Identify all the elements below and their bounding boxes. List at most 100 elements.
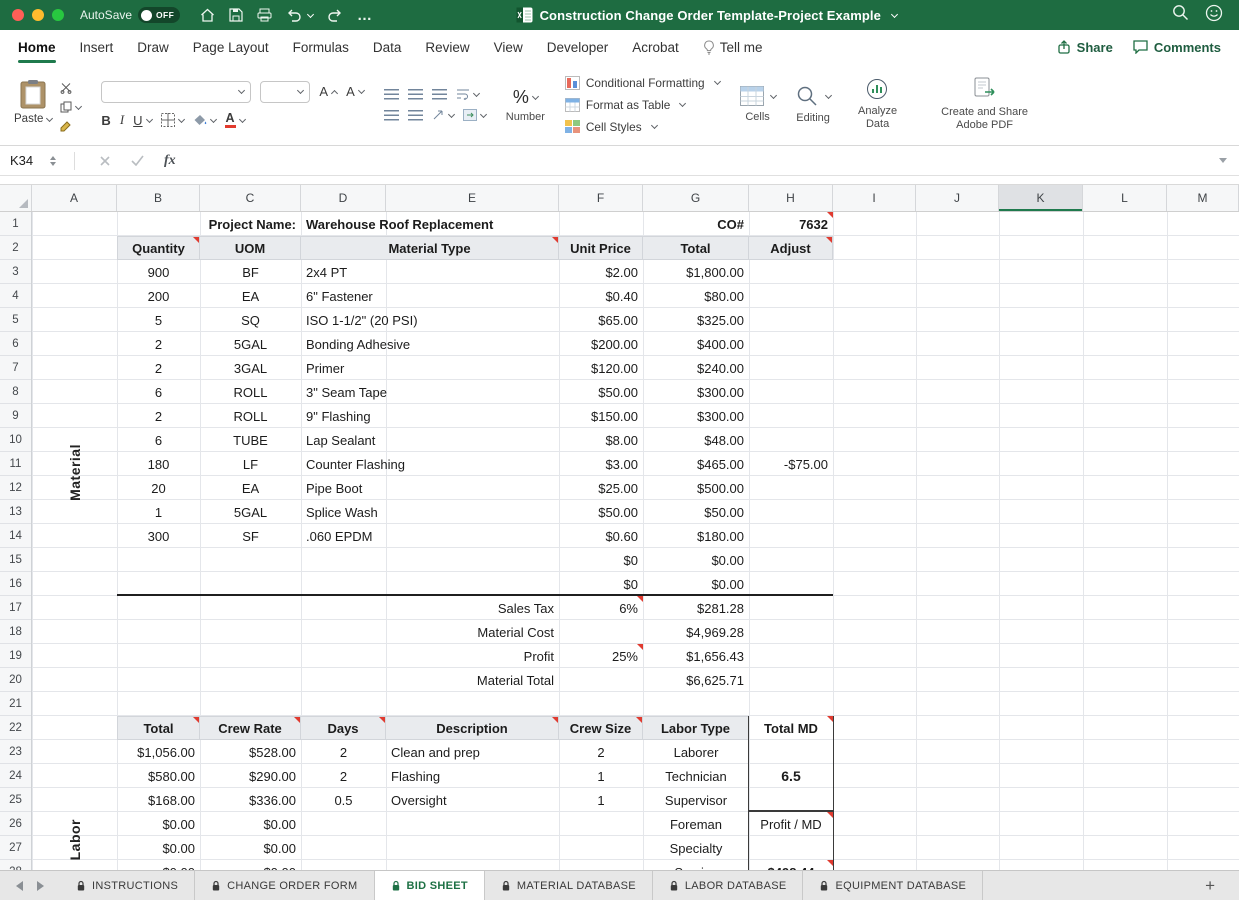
cell-profit-label[interactable]: Profit bbox=[117, 644, 559, 668]
cell[interactable]: Foreman bbox=[643, 812, 749, 836]
row-header[interactable]: 1 bbox=[0, 212, 31, 236]
sheet-nav-right-icon[interactable] bbox=[37, 881, 44, 891]
cell[interactable]: $300.00 bbox=[643, 404, 749, 428]
copy-button[interactable] bbox=[60, 101, 81, 113]
cell-sales-tax-label[interactable]: Sales Tax bbox=[117, 596, 559, 620]
row-header[interactable]: 4 bbox=[0, 284, 31, 308]
cell[interactable] bbox=[749, 332, 833, 356]
cell[interactable]: 180 bbox=[117, 452, 200, 476]
cell[interactable]: $0.40 bbox=[559, 284, 643, 308]
cell-total-md-value[interactable]: 6.5 bbox=[749, 764, 833, 788]
cell[interactable]: 2 bbox=[301, 740, 386, 764]
cell[interactable]: 1 bbox=[559, 788, 643, 812]
shrink-font-button[interactable]: A bbox=[346, 84, 364, 99]
row-header[interactable]: 24 bbox=[0, 764, 31, 788]
font-size-select[interactable] bbox=[260, 81, 310, 103]
cell[interactable]: $0.00 bbox=[200, 860, 301, 870]
row-header[interactable]: 10 bbox=[0, 428, 31, 452]
column-header[interactable]: C bbox=[200, 185, 301, 211]
formula-input[interactable] bbox=[186, 146, 1219, 175]
tab-acrobat[interactable]: Acrobat bbox=[632, 40, 679, 55]
column-header[interactable]: M bbox=[1167, 185, 1239, 211]
cell-sales-tax-pct[interactable]: 6% bbox=[559, 596, 643, 620]
cell[interactable]: $465.00 bbox=[643, 452, 749, 476]
row-header[interactable]: 12 bbox=[0, 476, 31, 500]
column-header[interactable]: L bbox=[1083, 185, 1167, 211]
sheet-tab-equipment-database[interactable]: EQUIPMENT DATABASE bbox=[803, 871, 983, 900]
cell[interactable]: 0.5 bbox=[301, 788, 386, 812]
cell[interactable]: $0 bbox=[559, 572, 643, 596]
row-header[interactable]: 3 bbox=[0, 260, 31, 284]
cell[interactable]: BF bbox=[200, 260, 301, 284]
underline-button[interactable]: U bbox=[133, 113, 151, 128]
header-labor-total[interactable]: Total bbox=[117, 716, 200, 740]
autosave-toggle[interactable]: AutoSave OFF bbox=[80, 7, 180, 23]
tab-developer[interactable]: Developer bbox=[547, 40, 609, 55]
cell[interactable]: $0 bbox=[559, 548, 643, 572]
cell-material-cost-label[interactable]: Material Cost bbox=[117, 620, 559, 644]
cell[interactable] bbox=[749, 260, 833, 284]
cell[interactable]: 2 bbox=[117, 356, 200, 380]
cell-profit-pct[interactable]: 25% bbox=[559, 644, 643, 668]
row-header[interactable]: 15 bbox=[0, 548, 31, 572]
cell[interactable]: 300 bbox=[117, 524, 200, 548]
row-header[interactable]: 8 bbox=[0, 380, 31, 404]
row-header[interactable]: 22 bbox=[0, 716, 31, 740]
cell[interactable]: 200 bbox=[117, 284, 200, 308]
cell[interactable]: $400.00 bbox=[643, 332, 749, 356]
fill-color-button[interactable] bbox=[193, 114, 216, 126]
column-header-selected[interactable]: K bbox=[999, 185, 1083, 211]
cell[interactable]: $0.60 bbox=[559, 524, 643, 548]
row-header[interactable]: 13 bbox=[0, 500, 31, 524]
formula-bar-expand-icon[interactable] bbox=[1219, 158, 1227, 163]
column-header[interactable]: B bbox=[117, 185, 200, 211]
cell[interactable]: 3GAL bbox=[200, 356, 301, 380]
cell[interactable]: 2x4 PT bbox=[301, 260, 559, 284]
autosave-switch[interactable]: OFF bbox=[138, 7, 180, 23]
header-days[interactable]: Days bbox=[301, 716, 386, 740]
search-button[interactable] bbox=[1172, 4, 1189, 26]
cell[interactable]: 9" Flashing bbox=[301, 404, 559, 428]
cell[interactable]: 2 bbox=[559, 740, 643, 764]
cell-styles-button[interactable]: Cell Styles bbox=[565, 118, 657, 136]
cell[interactable]: SF bbox=[200, 524, 301, 548]
cell-co-label[interactable]: CO# bbox=[643, 212, 749, 236]
cell[interactable]: $168.00 bbox=[117, 788, 200, 812]
home-button[interactable] bbox=[200, 8, 215, 22]
cell[interactable]: 5 bbox=[117, 308, 200, 332]
cell-adjust-value[interactable]: -$75.00 bbox=[749, 452, 833, 476]
sheet-grid[interactable]: 1 2 3 4 5 6 7 8 9 10 11 12 13 14 15 16 1… bbox=[0, 212, 1239, 870]
name-box[interactable]: K34 bbox=[0, 153, 60, 168]
row-header[interactable]: 16 bbox=[0, 572, 31, 596]
cell[interactable]: $528.00 bbox=[200, 740, 301, 764]
cell[interactable]: $150.00 bbox=[559, 404, 643, 428]
editing-button[interactable] bbox=[796, 85, 831, 107]
percent-style-button[interactable]: % bbox=[513, 87, 538, 108]
confirm-entry-button[interactable] bbox=[131, 155, 144, 166]
name-box-stepper[interactable] bbox=[50, 156, 56, 166]
sheet-tab-instructions[interactable]: INSTRUCTIONS bbox=[60, 871, 195, 900]
cell-sales-tax-value[interactable]: $281.28 bbox=[643, 596, 749, 620]
cell[interactable]: $0.00 bbox=[643, 572, 749, 596]
conditional-formatting-button[interactable]: Conditional Formatting bbox=[565, 74, 720, 92]
column-header[interactable]: H bbox=[749, 185, 833, 211]
tab-formulas[interactable]: Formulas bbox=[293, 40, 349, 55]
cell[interactable]: 5GAL bbox=[200, 332, 301, 356]
cells-button[interactable] bbox=[740, 86, 776, 106]
row-header[interactable]: 14 bbox=[0, 524, 31, 548]
cell[interactable]: LF bbox=[200, 452, 301, 476]
column-header[interactable]: G bbox=[643, 185, 749, 211]
grow-font-button[interactable]: A bbox=[319, 84, 337, 99]
cell[interactable]: Primer bbox=[301, 356, 559, 380]
cell[interactable]: $240.00 bbox=[643, 356, 749, 380]
cell[interactable]: $325.00 bbox=[643, 308, 749, 332]
cell[interactable]: SQ bbox=[200, 308, 301, 332]
cell[interactable]: $500.00 bbox=[643, 476, 749, 500]
sheet-tab-change-order-form[interactable]: CHANGE ORDER FORM bbox=[195, 871, 374, 900]
tab-home[interactable]: Home bbox=[18, 40, 56, 55]
header-adjust[interactable]: Adjust bbox=[749, 236, 833, 260]
cell[interactable]: $1,056.00 bbox=[117, 740, 200, 764]
cell[interactable]: $65.00 bbox=[559, 308, 643, 332]
cell[interactable]: $50.00 bbox=[559, 380, 643, 404]
row-header[interactable]: 17 bbox=[0, 596, 31, 620]
